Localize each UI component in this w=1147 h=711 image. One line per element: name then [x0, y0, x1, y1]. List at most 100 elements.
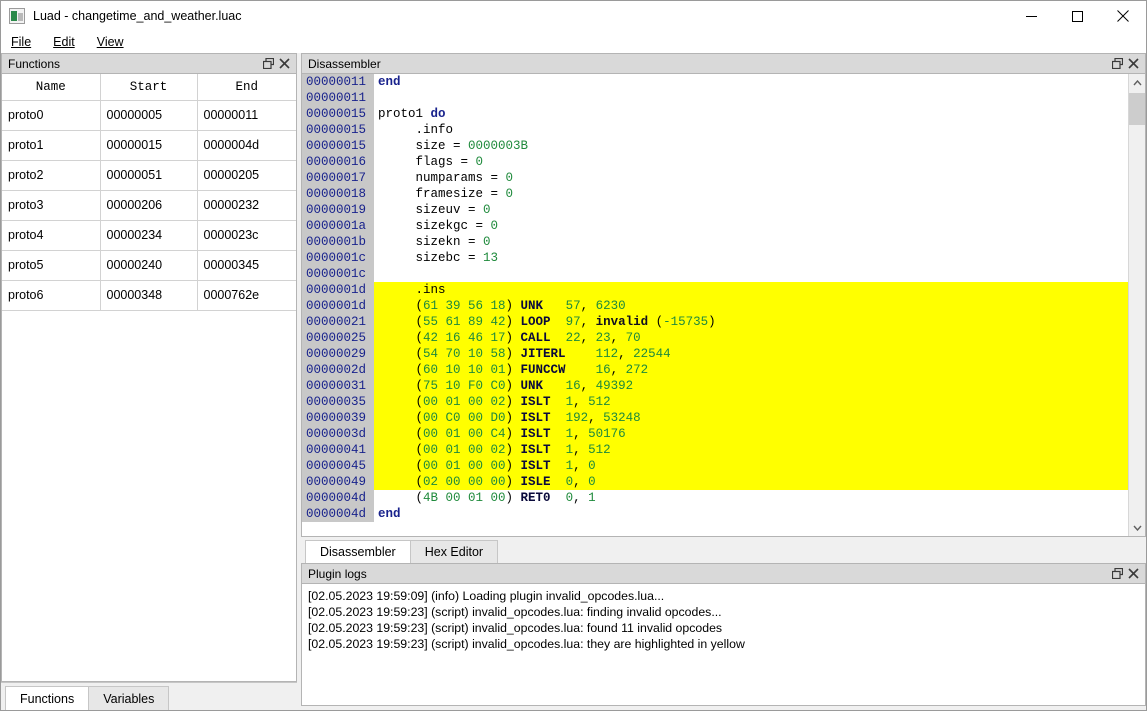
code-line[interactable]: 00000011 end — [302, 74, 1128, 90]
token-plain: ( — [378, 491, 424, 505]
table-row[interactable]: proto2 00000051 00000205 — [2, 160, 296, 191]
cell-end: 00000205 — [197, 160, 296, 191]
line-address: 0000001b — [302, 234, 374, 250]
table-row[interactable]: proto3 00000206 00000232 — [2, 190, 296, 221]
token-num: 22544 — [633, 347, 671, 361]
token-plain: , — [610, 331, 626, 345]
line-content: proto1 do — [374, 106, 1128, 122]
line-content: (02 00 00 00) ISLE 0, 0 — [374, 474, 1128, 490]
tab-variables[interactable]: Variables — [88, 686, 170, 710]
menu-edit[interactable]: Edit — [51, 33, 85, 51]
plugin-logs-output[interactable]: [02.05.2023 19:59:09] (info) Loading plu… — [301, 583, 1146, 706]
tab-disassembler[interactable]: Disassembler — [305, 540, 411, 563]
tab-functions[interactable]: Functions — [5, 686, 90, 710]
table-row[interactable]: proto5 00000240 00000345 — [2, 250, 296, 281]
token-plain: ( — [378, 379, 424, 393]
table-row[interactable]: proto6 00000348 0000762e — [2, 280, 296, 311]
close-icon[interactable] — [276, 56, 292, 72]
menu-bar: File Edit View — [1, 31, 1146, 53]
chevron-down-icon[interactable] — [1129, 519, 1145, 536]
token-op: FUNCCW — [520, 363, 566, 377]
scrollbar-track[interactable] — [1129, 91, 1145, 519]
disassembler-panel-title: Disassembler — [308, 56, 381, 71]
code-line[interactable]: 00000019 sizeuv = 0 — [302, 202, 1128, 218]
line-address: 0000001d — [302, 282, 374, 298]
close-icon[interactable] — [1125, 56, 1141, 72]
disassembler-panel-header: Disassembler — [301, 53, 1146, 73]
plugin-logs-panel-title: Plugin logs — [308, 566, 367, 581]
code-line[interactable]: 00000016 flags = 0 — [302, 154, 1128, 170]
table-row[interactable]: proto0 00000005 00000011 — [2, 100, 296, 131]
code-line[interactable]: 0000004d (4B 00 01 00) RET0 0, 1 — [302, 490, 1128, 506]
minimize-button[interactable] — [1008, 1, 1054, 31]
code-line[interactable]: 00000045 (00 01 00 00) ISLT 1, 0 — [302, 458, 1128, 474]
token-plain: , — [573, 395, 589, 409]
token-op: LOOP — [520, 315, 551, 329]
code-line[interactable]: 00000029 (54 70 10 58) JITERL 112, 22544 — [302, 346, 1128, 362]
code-line[interactable]: 00000015 .info — [302, 122, 1128, 138]
float-icon[interactable] — [1109, 566, 1125, 582]
close-icon[interactable] — [1125, 566, 1141, 582]
code-line[interactable]: 00000049 (02 00 00 00) ISLE 0, 0 — [302, 474, 1128, 490]
code-listing[interactable]: 00000011 end 00000011 00000015 proto1 do 0000… — [302, 74, 1128, 536]
chevron-up-icon[interactable] — [1129, 74, 1145, 91]
maximize-button[interactable] — [1054, 1, 1100, 31]
token-plain: ) — [505, 459, 521, 473]
code-line[interactable]: 0000002d (60 10 10 01) FUNCCW 16, 272 — [302, 362, 1128, 378]
token-num: 53248 — [603, 411, 641, 425]
code-line[interactable]: 0000001a sizekgc = 0 — [302, 218, 1128, 234]
code-line[interactable]: 00000041 (00 01 00 02) ISLT 1, 512 — [302, 442, 1128, 458]
float-icon[interactable] — [1109, 56, 1125, 72]
token-plain: , — [573, 475, 589, 489]
vertical-scrollbar[interactable] — [1128, 74, 1145, 536]
code-line[interactable]: 00000039 (00 C0 00 D0) ISLT 192, 53248 — [302, 410, 1128, 426]
code-line[interactable]: 00000011 — [302, 90, 1128, 106]
scrollbar-thumb[interactable] — [1129, 93, 1145, 125]
code-line[interactable]: 0000001d (61 39 56 18) UNK 57, 6230 — [302, 298, 1128, 314]
code-line[interactable]: 00000021 (55 61 89 42) LOOP 97, invalid … — [302, 314, 1128, 330]
token-num: 272 — [625, 363, 649, 377]
line-address: 00000018 — [302, 186, 374, 202]
token-num: 00 01 00 02 — [423, 395, 506, 409]
code-line[interactable]: 0000001c sizebc = 13 — [302, 250, 1128, 266]
code-line[interactable]: 0000003d (00 01 00 C4) ISLT 1, 50176 — [302, 426, 1128, 442]
code-line[interactable]: 00000015 size = 0000003B — [302, 138, 1128, 154]
column-header-name[interactable]: Name — [2, 74, 101, 101]
token-num: 16 — [595, 363, 611, 377]
code-line[interactable]: 00000015 proto1 do — [302, 106, 1128, 122]
float-icon[interactable] — [260, 56, 276, 72]
token-num: 512 — [588, 443, 611, 457]
token-num: 0 — [483, 235, 491, 249]
column-header-end[interactable]: End — [197, 74, 296, 101]
token-plain: ( — [378, 411, 424, 425]
token-plain: ( — [378, 443, 424, 457]
token-num: 0 — [505, 171, 514, 185]
code-line[interactable]: 00000031 (75 10 F0 C0) UNK 16, 49392 — [302, 378, 1128, 394]
code-line[interactable]: 00000018 framesize = 0 — [302, 186, 1128, 202]
code-line[interactable]: 00000035 (00 01 00 02) ISLT 1, 512 — [302, 394, 1128, 410]
token-num: 0 — [588, 459, 596, 473]
code-line[interactable]: 0000004d end — [302, 506, 1128, 522]
code-line[interactable]: 0000001c — [302, 266, 1128, 282]
tab-hex-editor[interactable]: Hex Editor — [409, 540, 499, 563]
table-header-row: Name Start End — [2, 74, 296, 101]
table-row[interactable]: proto1 00000015 0000004d — [2, 130, 296, 161]
disassembler-tabs: Disassembler Hex Editor — [301, 537, 1146, 563]
functions-table-container[interactable]: Name Start End proto0 00000005 00000011 proto… — [1, 73, 297, 682]
menu-view[interactable]: View — [95, 33, 134, 51]
line-content: (75 10 F0 C0) UNK 16, 49392 — [374, 378, 1128, 394]
code-line[interactable]: 00000025 (42 16 46 17) CALL 22, 23, 70 — [302, 330, 1128, 346]
token-plain: , — [610, 363, 626, 377]
table-row[interactable]: proto4 00000234 0000023c — [2, 220, 296, 251]
disassembler-view[interactable]: 00000011 end 00000011 00000015 proto1 do 0000… — [301, 73, 1146, 537]
menu-file[interactable]: File — [9, 33, 41, 51]
code-line[interactable]: 0000001b sizekn = 0 — [302, 234, 1128, 250]
cell-name: proto5 — [2, 250, 101, 281]
code-line[interactable]: 00000017 numparams = 0 — [302, 170, 1128, 186]
close-button[interactable] — [1100, 1, 1146, 31]
column-header-start[interactable]: Start — [100, 74, 198, 101]
line-address: 00000015 — [302, 122, 374, 138]
code-line[interactable]: 0000001d .ins — [302, 282, 1128, 298]
